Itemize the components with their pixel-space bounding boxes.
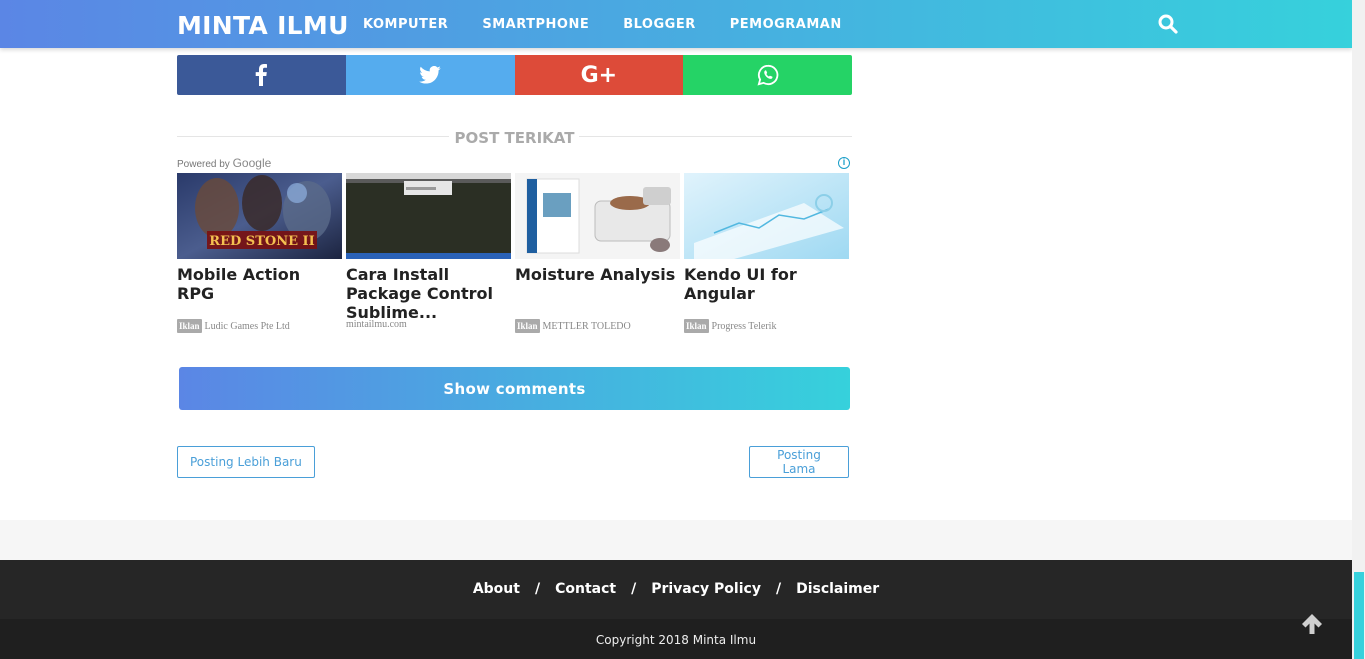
share-bar: G+ <box>177 55 852 95</box>
nav-smartphone[interactable]: SMARTPHONE <box>482 17 589 32</box>
ad-info-icon[interactable]: i <box>838 157 850 169</box>
share-gplus-button[interactable]: G+ <box>514 55 684 95</box>
scrollbar-track[interactable] <box>1352 0 1365 659</box>
older-post-button[interactable]: Posting Lama <box>749 446 849 478</box>
facebook-icon <box>256 64 268 86</box>
ad-thumbnail[interactable] <box>515 173 680 259</box>
whatsapp-icon <box>757 64 778 86</box>
nav-komputer[interactable]: KOMPUTER <box>363 17 448 32</box>
related-posts-heading: POST TERIKAT <box>177 126 852 148</box>
footer-link-about[interactable]: About <box>473 581 520 597</box>
scrollbar-thumb[interactable] <box>1354 572 1364 659</box>
footer-links: About / Contact / Privacy Policy / Disclaimer <box>472 581 880 597</box>
ad-source: mintailmu.com <box>346 319 407 330</box>
ad-thumbnail[interactable]: RED STONE II <box>177 173 342 259</box>
ad-card[interactable]: Cara Install Package Control Sublime... … <box>346 173 511 330</box>
footer-copyright-bar: Copyright 2018 Minta Ilmu <box>0 619 1352 659</box>
footer-link-privacy-policy[interactable]: Privacy Policy <box>651 581 761 597</box>
footer-link-contact[interactable]: Contact <box>555 581 616 597</box>
ad-title[interactable]: Mobile Action RPG <box>177 265 342 305</box>
share-whatsapp-button[interactable] <box>683 55 852 95</box>
ad-title[interactable]: Moisture Analysis <box>515 265 680 305</box>
related-title: POST TERIKAT <box>454 129 575 147</box>
search-icon[interactable] <box>1158 14 1178 34</box>
arrow-up-icon[interactable] <box>1300 612 1324 636</box>
site-header: MINTA ILMU KOMPUTER SMARTPHONE BLOGGER P… <box>0 0 1352 48</box>
powered-by-google: Powered by Google <box>177 156 272 170</box>
ad-thumbnail[interactable] <box>684 173 849 259</box>
share-twitter-button[interactable] <box>345 55 515 95</box>
site-logo[interactable]: MINTA ILMU <box>177 11 349 40</box>
footer-spacer <box>0 520 1352 560</box>
nav-pemograman[interactable]: PEMOGRAMAN <box>730 17 842 32</box>
ad-title[interactable]: Kendo UI for Angular <box>684 265 849 305</box>
ad-title[interactable]: Cara Install Package Control Sublime... <box>346 265 511 322</box>
ad-badge: Iklan <box>684 319 709 333</box>
ad-card[interactable]: Moisture Analysis Iklan METTLER TOLEDO <box>515 173 680 333</box>
gplus-icon: G+ <box>580 62 618 88</box>
ad-card[interactable]: Kendo UI for Angular Iklan Progress Tele… <box>684 173 849 333</box>
copyright-text: Copyright 2018 Minta Ilmu <box>595 633 757 647</box>
show-comments-button[interactable]: Show comments <box>179 367 850 410</box>
ad-badge: Iklan <box>515 319 540 333</box>
share-facebook-button[interactable] <box>177 55 346 95</box>
ad-source: Iklan Progress Telerik <box>684 319 777 333</box>
ad-badge: Iklan <box>177 319 202 333</box>
ad-card[interactable]: RED STONE II Mobile Action RPG Iklan Lud… <box>177 173 342 333</box>
newer-post-button[interactable]: Posting Lebih Baru <box>177 446 315 478</box>
footer-links-bar: About / Contact / Privacy Policy / Disclaimer <box>0 560 1352 619</box>
nav-blogger[interactable]: BLOGGER <box>623 17 696 32</box>
ad-source: Iklan Ludic Games Pte Ltd <box>177 319 290 333</box>
ad-thumb-text: RED STONE II <box>209 234 314 249</box>
main-nav: KOMPUTER SMARTPHONE BLOGGER PEMOGRAMAN <box>363 17 842 32</box>
ad-source: Iklan METTLER TOLEDO <box>515 319 631 333</box>
footer-link-disclaimer[interactable]: Disclaimer <box>796 581 879 597</box>
ad-thumbnail[interactable] <box>346 173 511 259</box>
twitter-icon <box>419 66 441 84</box>
